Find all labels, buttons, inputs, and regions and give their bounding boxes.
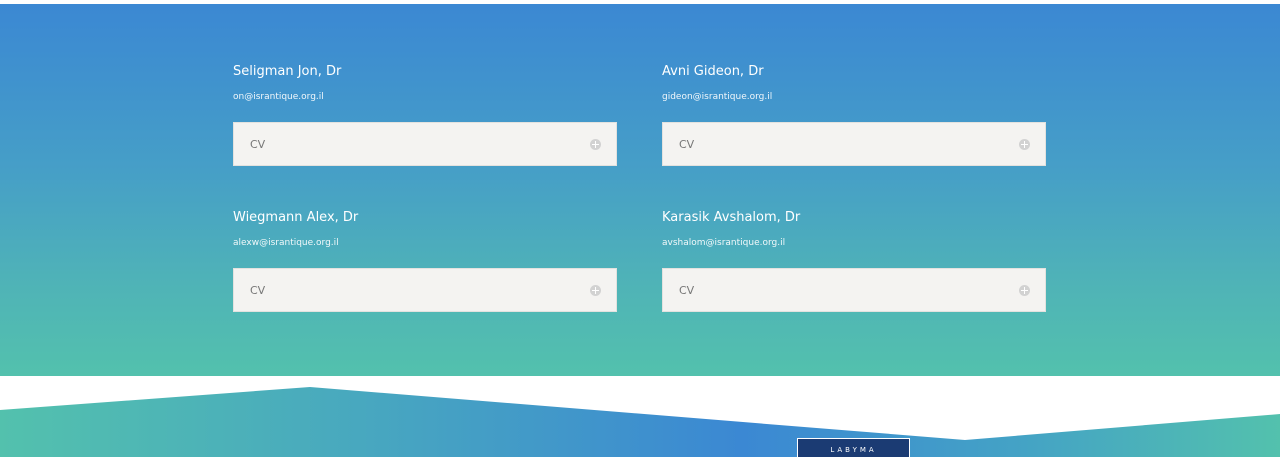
member-email-link[interactable]: on@israntique.org.il [233,91,324,103]
plus-circle-icon [1019,285,1030,296]
footer-logo-text: LABYMA [830,446,877,454]
member-name: Avni Gideon, Dr [662,64,764,79]
footer-wave-divider [0,387,1280,457]
footer-logo[interactable]: LABYMA [797,438,910,457]
plus-circle-icon [590,139,601,150]
team-page: Seligman Jon, Dr on@israntique.org.il CV… [0,0,1280,457]
member-email-link[interactable]: alexw@israntique.org.il [233,237,339,249]
cv-accordion-toggle[interactable]: CV [662,268,1046,312]
plus-circle-icon [590,285,601,296]
cv-label: CV [250,284,266,297]
member-name: Wiegmann Alex, Dr [233,210,359,225]
team-section: Seligman Jon, Dr on@israntique.org.il CV… [0,4,1280,376]
member-email-link[interactable]: gideon@israntique.org.il [662,91,772,103]
cv-label: CV [679,284,695,297]
member-name: Seligman Jon, Dr [233,64,342,79]
cv-label: CV [250,138,266,151]
cv-label: CV [679,138,695,151]
cv-accordion-toggle[interactable]: CV [233,122,617,166]
member-email-link[interactable]: avshalom@israntique.org.il [662,237,785,249]
cv-accordion-toggle[interactable]: CV [233,268,617,312]
member-name: Karasik Avshalom, Dr [662,210,801,225]
plus-circle-icon [1019,139,1030,150]
cv-accordion-toggle[interactable]: CV [662,122,1046,166]
